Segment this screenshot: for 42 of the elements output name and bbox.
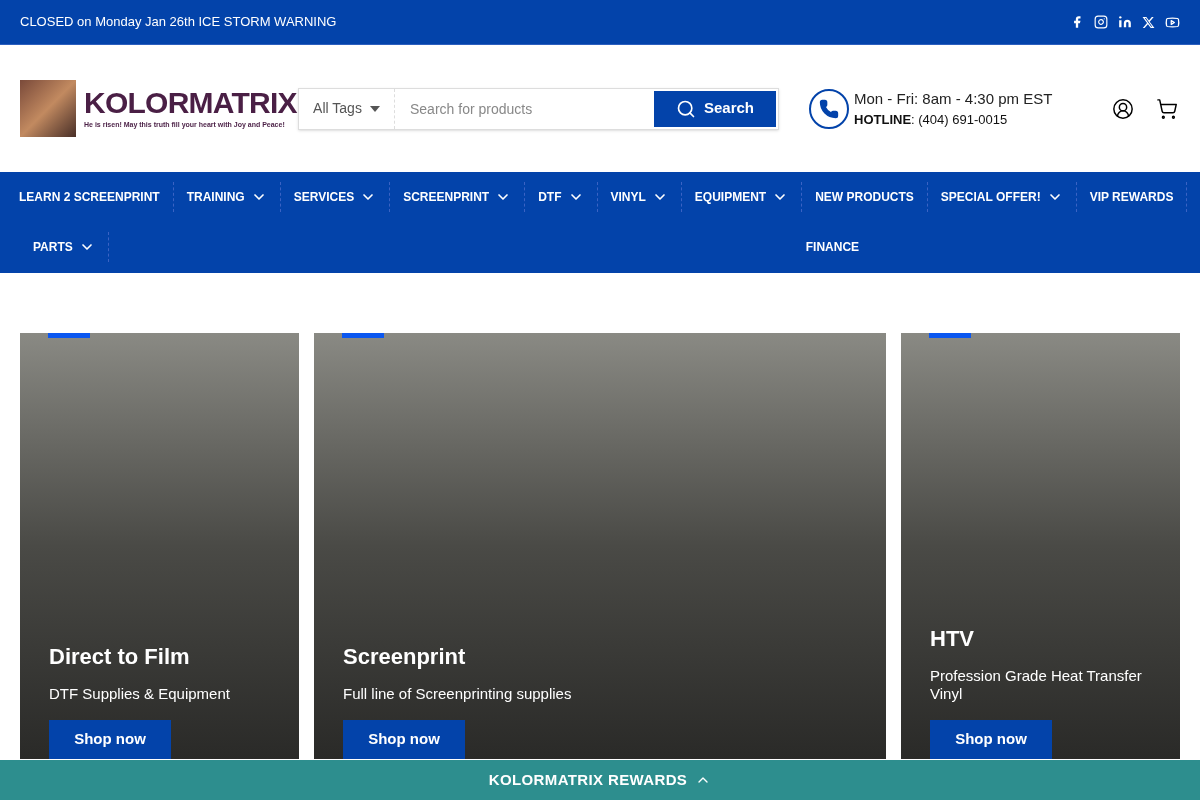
search-icon	[675, 98, 696, 119]
nav-link[interactable]: SERVICES	[280, 188, 390, 206]
nav-link[interactable]: NEW PRODUCTS	[802, 188, 927, 206]
shop-now-button[interactable]: Shop now	[343, 720, 465, 759]
tag-dropdown[interactable]: All Tags	[299, 88, 395, 129]
nav-link[interactable]: PARTS	[20, 238, 108, 256]
announcement-text: CLOSED on Monday Jan 26th ICE STORM WARNING	[20, 13, 337, 32]
card-subtitle: Profession Grade Heat Transfer Vinyl	[930, 667, 1143, 703]
instagram-icon[interactable]	[1094, 15, 1108, 29]
search-field[interactable]: All Tags Search for products Search	[298, 87, 779, 130]
card-title: Screenprint	[343, 643, 467, 671]
shop-now-button[interactable]: Shop now	[49, 720, 171, 759]
rewards-bar[interactable]: KOLORMATRIX REWARDS	[0, 760, 1200, 800]
logo-text: KOLORMATRIX	[84, 86, 297, 121]
card-title: HTV	[930, 625, 975, 653]
account-icon[interactable]	[1112, 97, 1134, 120]
search-button[interactable]: Search	[654, 90, 776, 127]
tab-indicator	[48, 333, 90, 338]
business-hours: Mon - Fri: 8am - 4:30 pm EST	[854, 88, 1053, 109]
shop-now-button[interactable]: Shop now	[930, 720, 1052, 759]
nav-link[interactable]: LEARN 2 SCREENPRINT	[6, 188, 173, 206]
card-subtitle: Full line of Screenprinting supplies	[343, 685, 573, 703]
youtube-icon[interactable]	[1165, 14, 1180, 30]
linkedin-icon[interactable]	[1118, 15, 1132, 29]
nav-link[interactable]: EQUIPMENT	[681, 188, 802, 206]
nav-link[interactable]: TRAINING	[173, 188, 280, 206]
nav-link[interactable]: DTF	[525, 188, 597, 206]
tab-indicator	[929, 333, 971, 338]
cart-icon[interactable]	[1156, 97, 1178, 120]
nav-link[interactable]: FINANCE	[792, 238, 873, 256]
hotline-text: HOTLINE: (404) 691-0015	[854, 111, 1009, 129]
nav-link[interactable]: SPECIAL OFFER!	[927, 188, 1076, 206]
nav-link[interactable]: SCREENPRINT	[390, 188, 525, 206]
phone-icon	[809, 88, 849, 129]
caret-down-icon	[369, 105, 380, 112]
x-logo-icon	[1142, 15, 1155, 29]
card-subtitle: DTF Supplies & Equipment	[49, 685, 231, 703]
tab-indicator	[342, 333, 384, 338]
nav-link[interactable]: VIP REWARDS	[1076, 188, 1187, 206]
tomb-photo-placeholder	[20, 80, 76, 137]
card-title: Direct to Film	[49, 643, 191, 671]
nav-link[interactable]: VINYL	[597, 188, 681, 206]
